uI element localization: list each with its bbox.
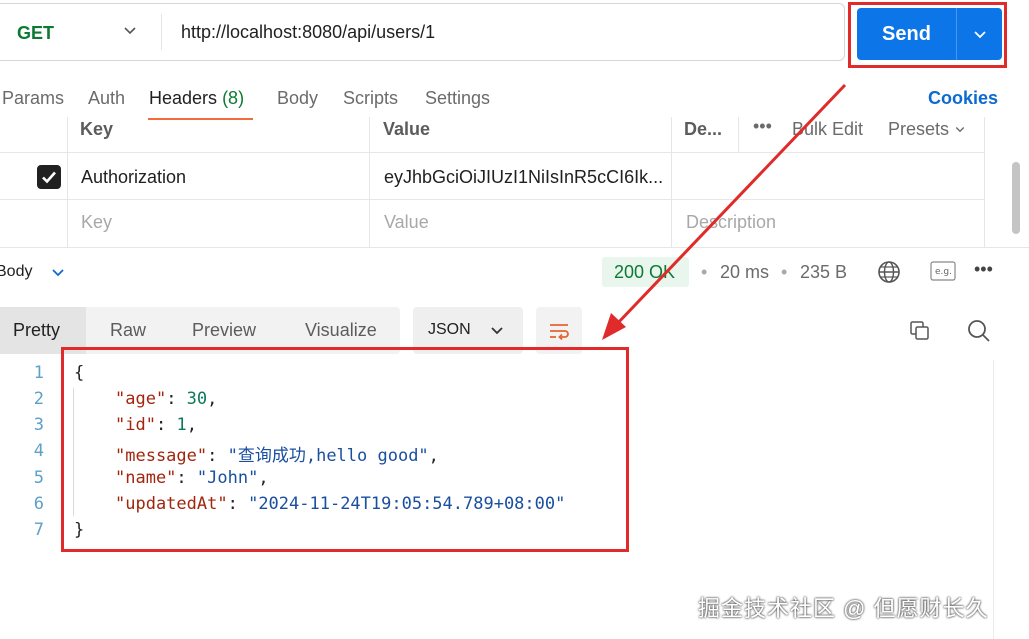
annotation-arrow [602, 83, 847, 340]
watermark: 掘金技术社区 @ 但愿财长久 [698, 596, 989, 621]
